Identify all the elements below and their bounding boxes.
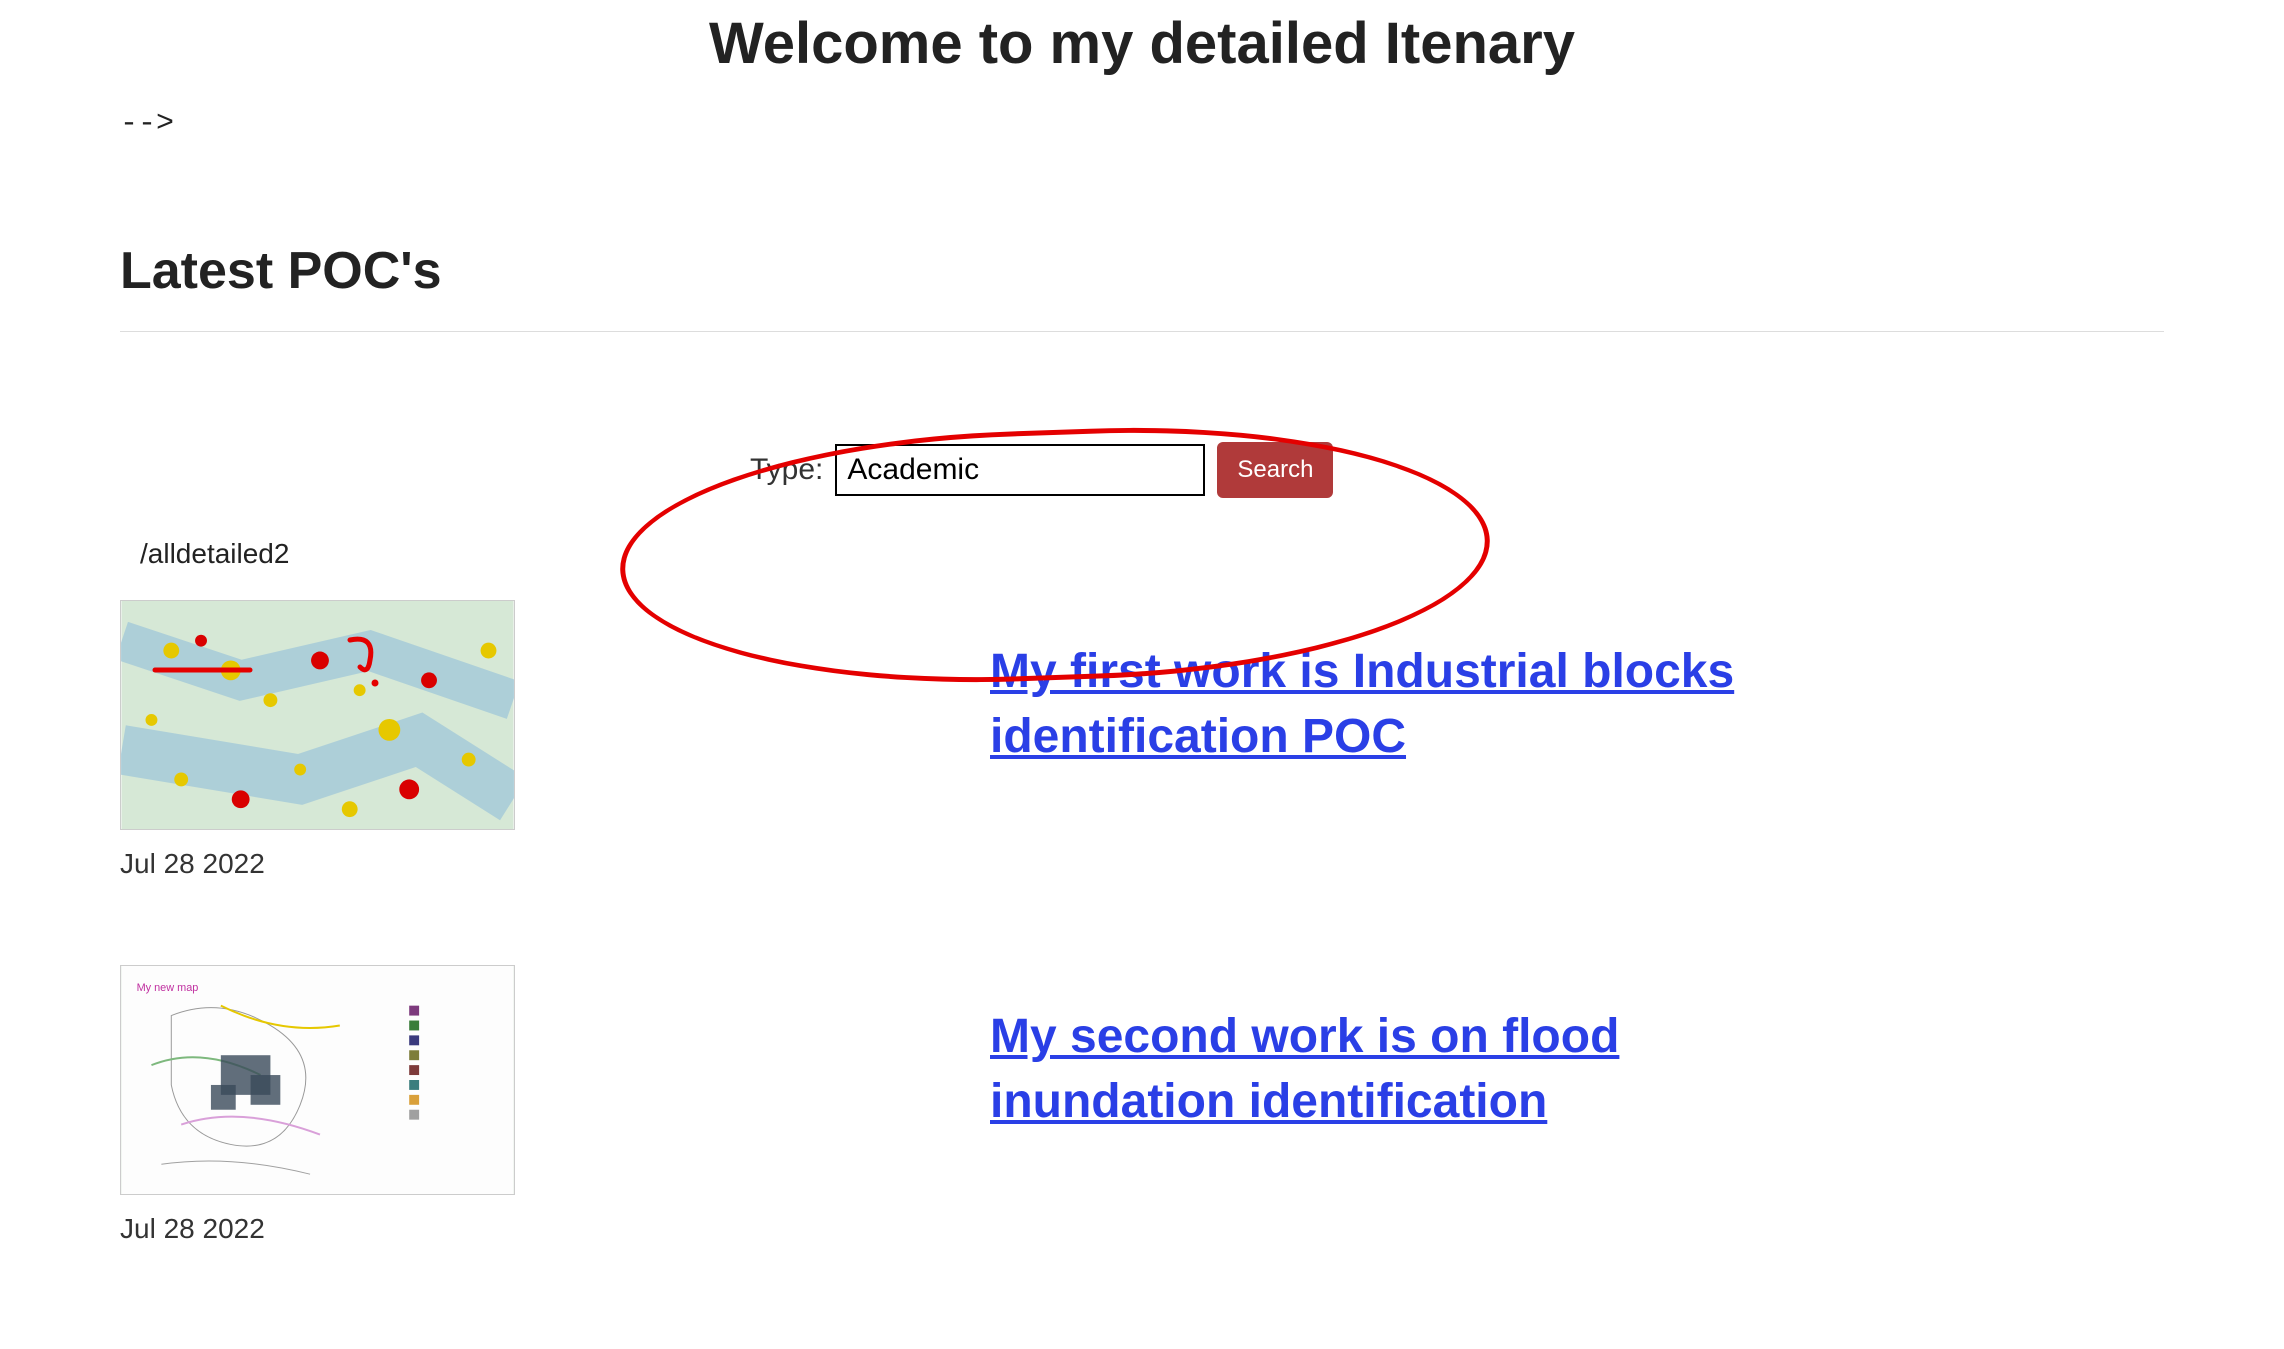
poc-thumbnail: My new map xyxy=(120,965,515,1195)
map-thumbnail-icon xyxy=(121,601,514,829)
poc-date: Jul 28 2022 xyxy=(120,1213,520,1245)
poc-row: My new map Jul 2 xyxy=(120,965,2164,1245)
search-input[interactable] xyxy=(835,444,1205,496)
search-button[interactable]: Search xyxy=(1217,442,1333,498)
poc-thumbnail-block: Jul 28 2022 xyxy=(120,600,520,880)
poc-date: Jul 28 2022 xyxy=(120,848,520,880)
poc-row: Jul 28 2022 My first work is Industrial … xyxy=(120,600,2164,880)
poc-title-link[interactable]: My second work is on flood inundation id… xyxy=(990,1010,1619,1128)
search-label: Type: xyxy=(750,453,823,487)
page-title: Welcome to my detailed Itenary xyxy=(0,10,2284,77)
poc-thumbnail xyxy=(120,600,515,830)
svg-text:My new map: My new map xyxy=(137,982,199,994)
search-form: Type: Search xyxy=(750,442,2164,498)
divider xyxy=(120,331,2164,332)
route-path-text: /alldetailed2 xyxy=(140,538,2164,570)
map-thumbnail-icon: My new map xyxy=(121,966,514,1194)
section-heading: Latest POC's xyxy=(120,241,2164,301)
poc-thumbnail-block: My new map Jul 2 xyxy=(120,965,520,1245)
poc-title: My first work is Industrial blocks ident… xyxy=(990,640,1830,770)
poc-title-link[interactable]: My first work is Industrial blocks ident… xyxy=(990,645,1734,763)
poc-title: My second work is on flood inundation id… xyxy=(990,1005,1830,1135)
stray-arrow-text: --> xyxy=(120,107,2284,141)
